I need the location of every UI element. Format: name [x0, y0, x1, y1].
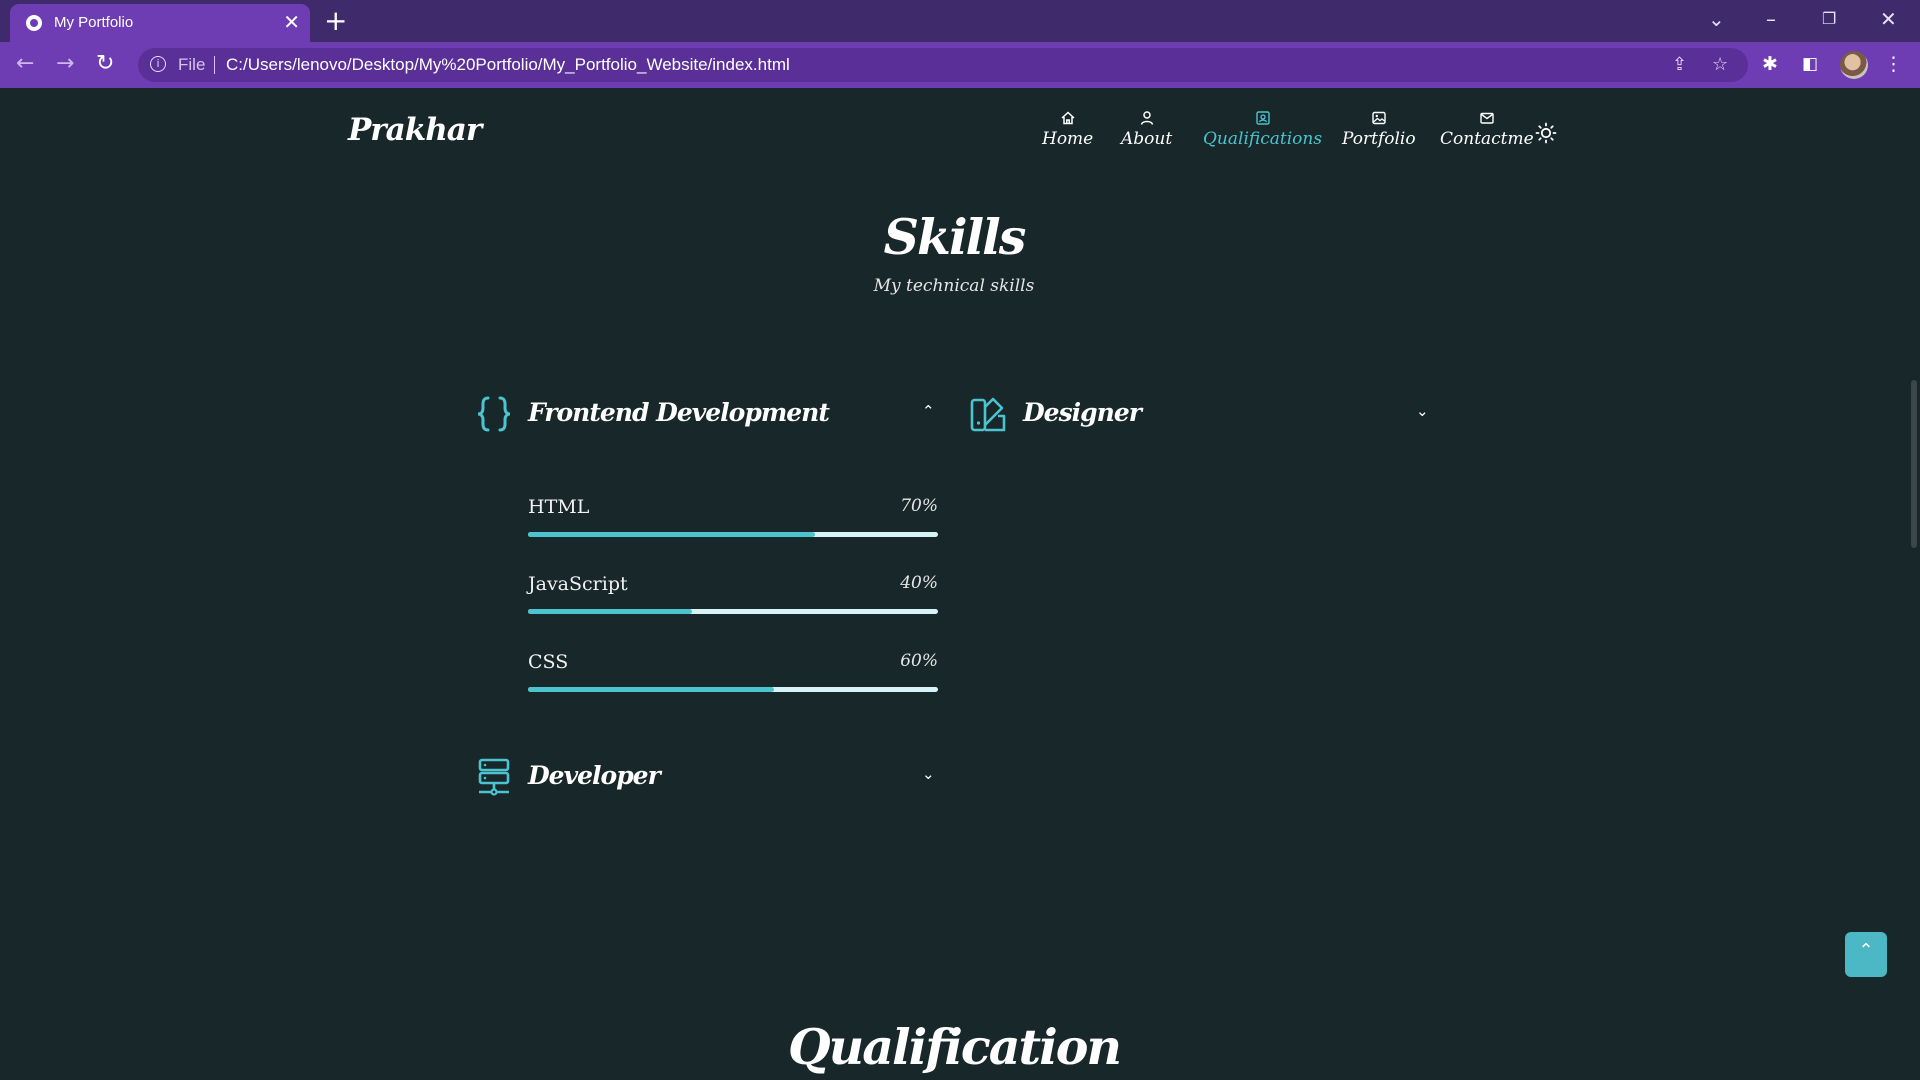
skill-progress-bar: [528, 687, 938, 692]
nav-contactme[interactable]: Contactme: [1440, 110, 1534, 149]
address-divider: [214, 56, 215, 74]
back-arrow-icon[interactable]: ←: [16, 51, 34, 77]
nav-label: About: [1121, 129, 1173, 149]
skill-progress-fill: [528, 687, 774, 692]
skills-subtitle: My technical skills: [873, 276, 1035, 296]
side-panel-icon[interactable]: ◧: [1802, 53, 1818, 75]
address-bar[interactable]: i File C:/Users/lenovo/Desktop/My%20Port…: [138, 48, 1748, 82]
sun-icon[interactable]: [1535, 122, 1557, 144]
nav-portfolio[interactable]: Portfolio: [1342, 110, 1416, 149]
page-viewport: Prakhar Home About Qualifications Portfo…: [0, 88, 1908, 1080]
braces-icon: [477, 396, 511, 432]
restore-button[interactable]: ❐: [1822, 6, 1836, 32]
tab-close-icon[interactable]: ✕: [283, 11, 300, 33]
skill-percent: 60%: [900, 651, 938, 671]
nav-label: Portfolio: [1342, 129, 1416, 149]
scroll-up-button[interactable]: ⌃: [1845, 932, 1887, 977]
skill-percent: 40%: [900, 573, 938, 593]
home-icon: [1061, 111, 1075, 125]
server-icon: [478, 758, 510, 796]
nav-label: Qualifications: [1203, 129, 1323, 149]
skill-group-title: Designer: [1023, 398, 1142, 427]
browser-tab[interactable]: My Portfolio ✕: [10, 4, 310, 42]
qualification-title: Qualification: [787, 1018, 1122, 1076]
profile-avatar[interactable]: [1840, 51, 1868, 79]
user-icon: [1140, 111, 1153, 125]
skill-group-designer-header[interactable]: Designer ⌄: [969, 394, 1433, 438]
browser-tab-strip: My Portfolio ✕ + ⌄ – ❐ ✕: [0, 0, 1920, 42]
skill-name: HTML: [528, 496, 590, 518]
swatchbook-icon: [970, 397, 1006, 432]
skill-group-frontend-header[interactable]: Frontend Development ⌃: [474, 394, 938, 438]
url-text[interactable]: C:/Users/lenovo/Desktop/My%20Portfolio/M…: [226, 55, 790, 75]
skill-group-title: Developer: [528, 761, 661, 790]
chevron-up-icon[interactable]: ⌃: [922, 402, 935, 420]
skill-progress-fill: [528, 532, 815, 537]
share-icon[interactable]: ⇪: [1672, 54, 1687, 75]
page-scrollbar[interactable]: [1908, 88, 1920, 1080]
chevron-down-icon[interactable]: ⌄: [1416, 402, 1429, 420]
extensions-puzzle-icon[interactable]: ✱: [1762, 53, 1778, 75]
nav-label: Contactme: [1440, 129, 1534, 149]
chevron-up-icon: ⌃: [1858, 940, 1874, 961]
skill-name: CSS: [528, 651, 569, 673]
nav-home[interactable]: Home: [1042, 110, 1093, 149]
skill-progress-bar: [528, 532, 938, 537]
skills-title: Skills: [883, 208, 1027, 266]
nav-label: Home: [1042, 129, 1094, 149]
bookmark-star-icon[interactable]: ☆: [1712, 54, 1728, 75]
minimize-button[interactable]: –: [1766, 6, 1776, 32]
new-tab-button[interactable]: +: [324, 5, 347, 37]
skill-name: JavaScript: [528, 573, 628, 595]
portrait-icon: [1255, 111, 1270, 125]
skill-percent: 70%: [900, 496, 938, 516]
scheme-label: File: [178, 55, 206, 74]
tab-title: My Portfolio: [54, 14, 134, 31]
skill-progress-bar: [528, 609, 938, 614]
reload-icon[interactable]: ↻: [96, 51, 114, 77]
browser-menu-icon[interactable]: ⋮: [1884, 53, 1903, 75]
image-icon: [1372, 111, 1386, 125]
chevron-down-icon[interactable]: ⌄: [922, 765, 935, 783]
site-logo[interactable]: Prakhar: [348, 112, 482, 148]
skill-group-title: Frontend Development: [528, 398, 830, 427]
message-icon: [1480, 112, 1494, 124]
nav-qualifications[interactable]: Qualifications: [1203, 110, 1322, 149]
info-icon[interactable]: i: [150, 56, 166, 72]
scrollbar-thumb[interactable]: [1911, 380, 1917, 548]
nav-about[interactable]: About: [1121, 110, 1172, 149]
globe-icon: [26, 15, 42, 31]
tab-search-icon[interactable]: ⌄: [1708, 6, 1725, 32]
window-close-button[interactable]: ✕: [1880, 6, 1897, 32]
browser-toolbar: ← → ↻ i File C:/Users/lenovo/Desktop/My%…: [0, 42, 1920, 88]
skill-group-developer-header[interactable]: Developer ⌄: [474, 757, 938, 801]
skill-progress-fill: [528, 609, 692, 614]
forward-arrow-icon[interactable]: →: [56, 51, 74, 77]
